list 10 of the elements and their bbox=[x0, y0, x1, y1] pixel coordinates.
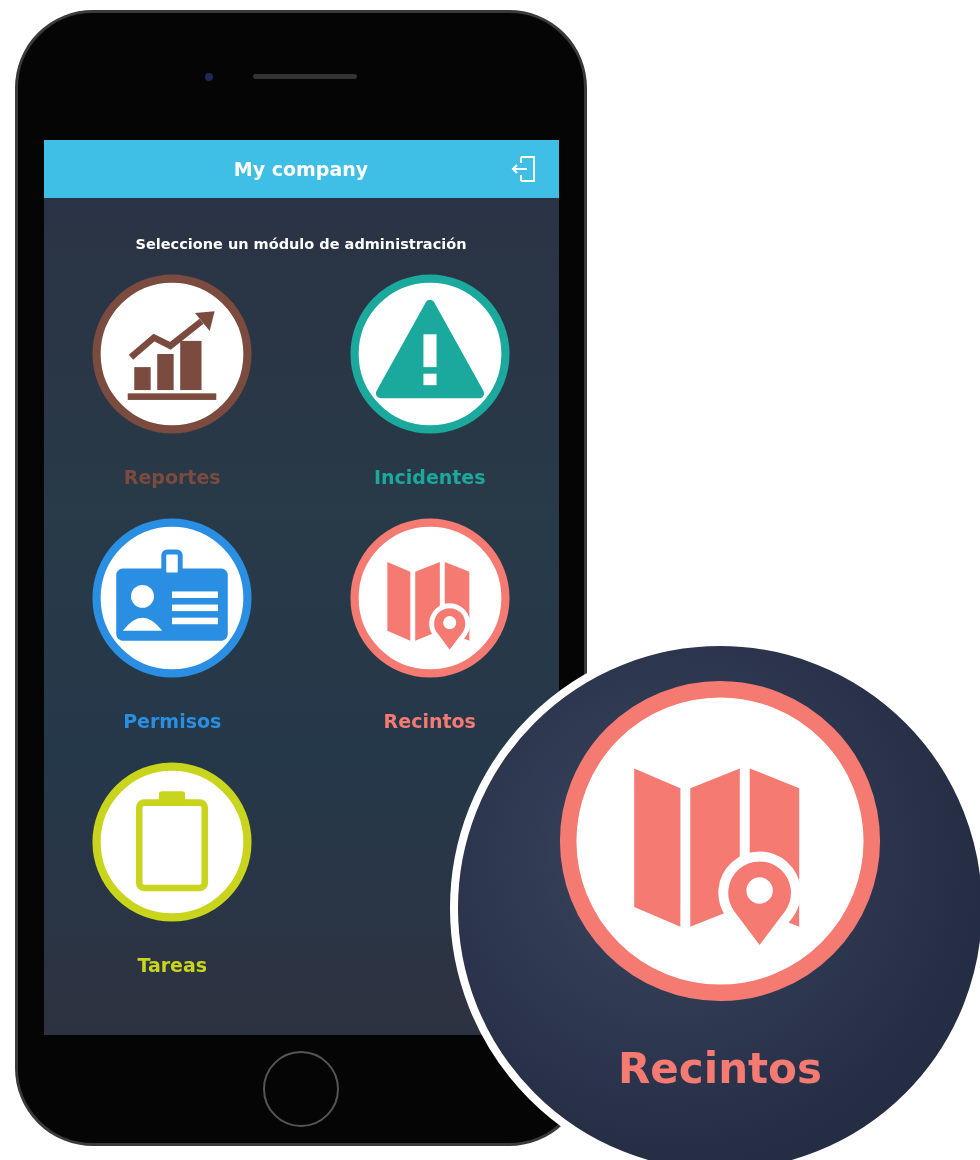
instruction-text: Seleccione un módulo de administración bbox=[134, 236, 468, 252]
module-button[interactable]: Recintos bbox=[347, 516, 512, 732]
header-title: My company bbox=[233, 158, 369, 180]
logout-icon[interactable] bbox=[510, 155, 537, 183]
module-button[interactable]: Permisos bbox=[90, 516, 255, 732]
camera-dot bbox=[205, 72, 213, 81]
home-button[interactable] bbox=[263, 1051, 339, 1127]
module-button[interactable]: Tareas bbox=[90, 760, 255, 976]
magnified-label: Recintos bbox=[618, 1044, 822, 1093]
module-button[interactable]: Incidentes bbox=[347, 272, 512, 488]
